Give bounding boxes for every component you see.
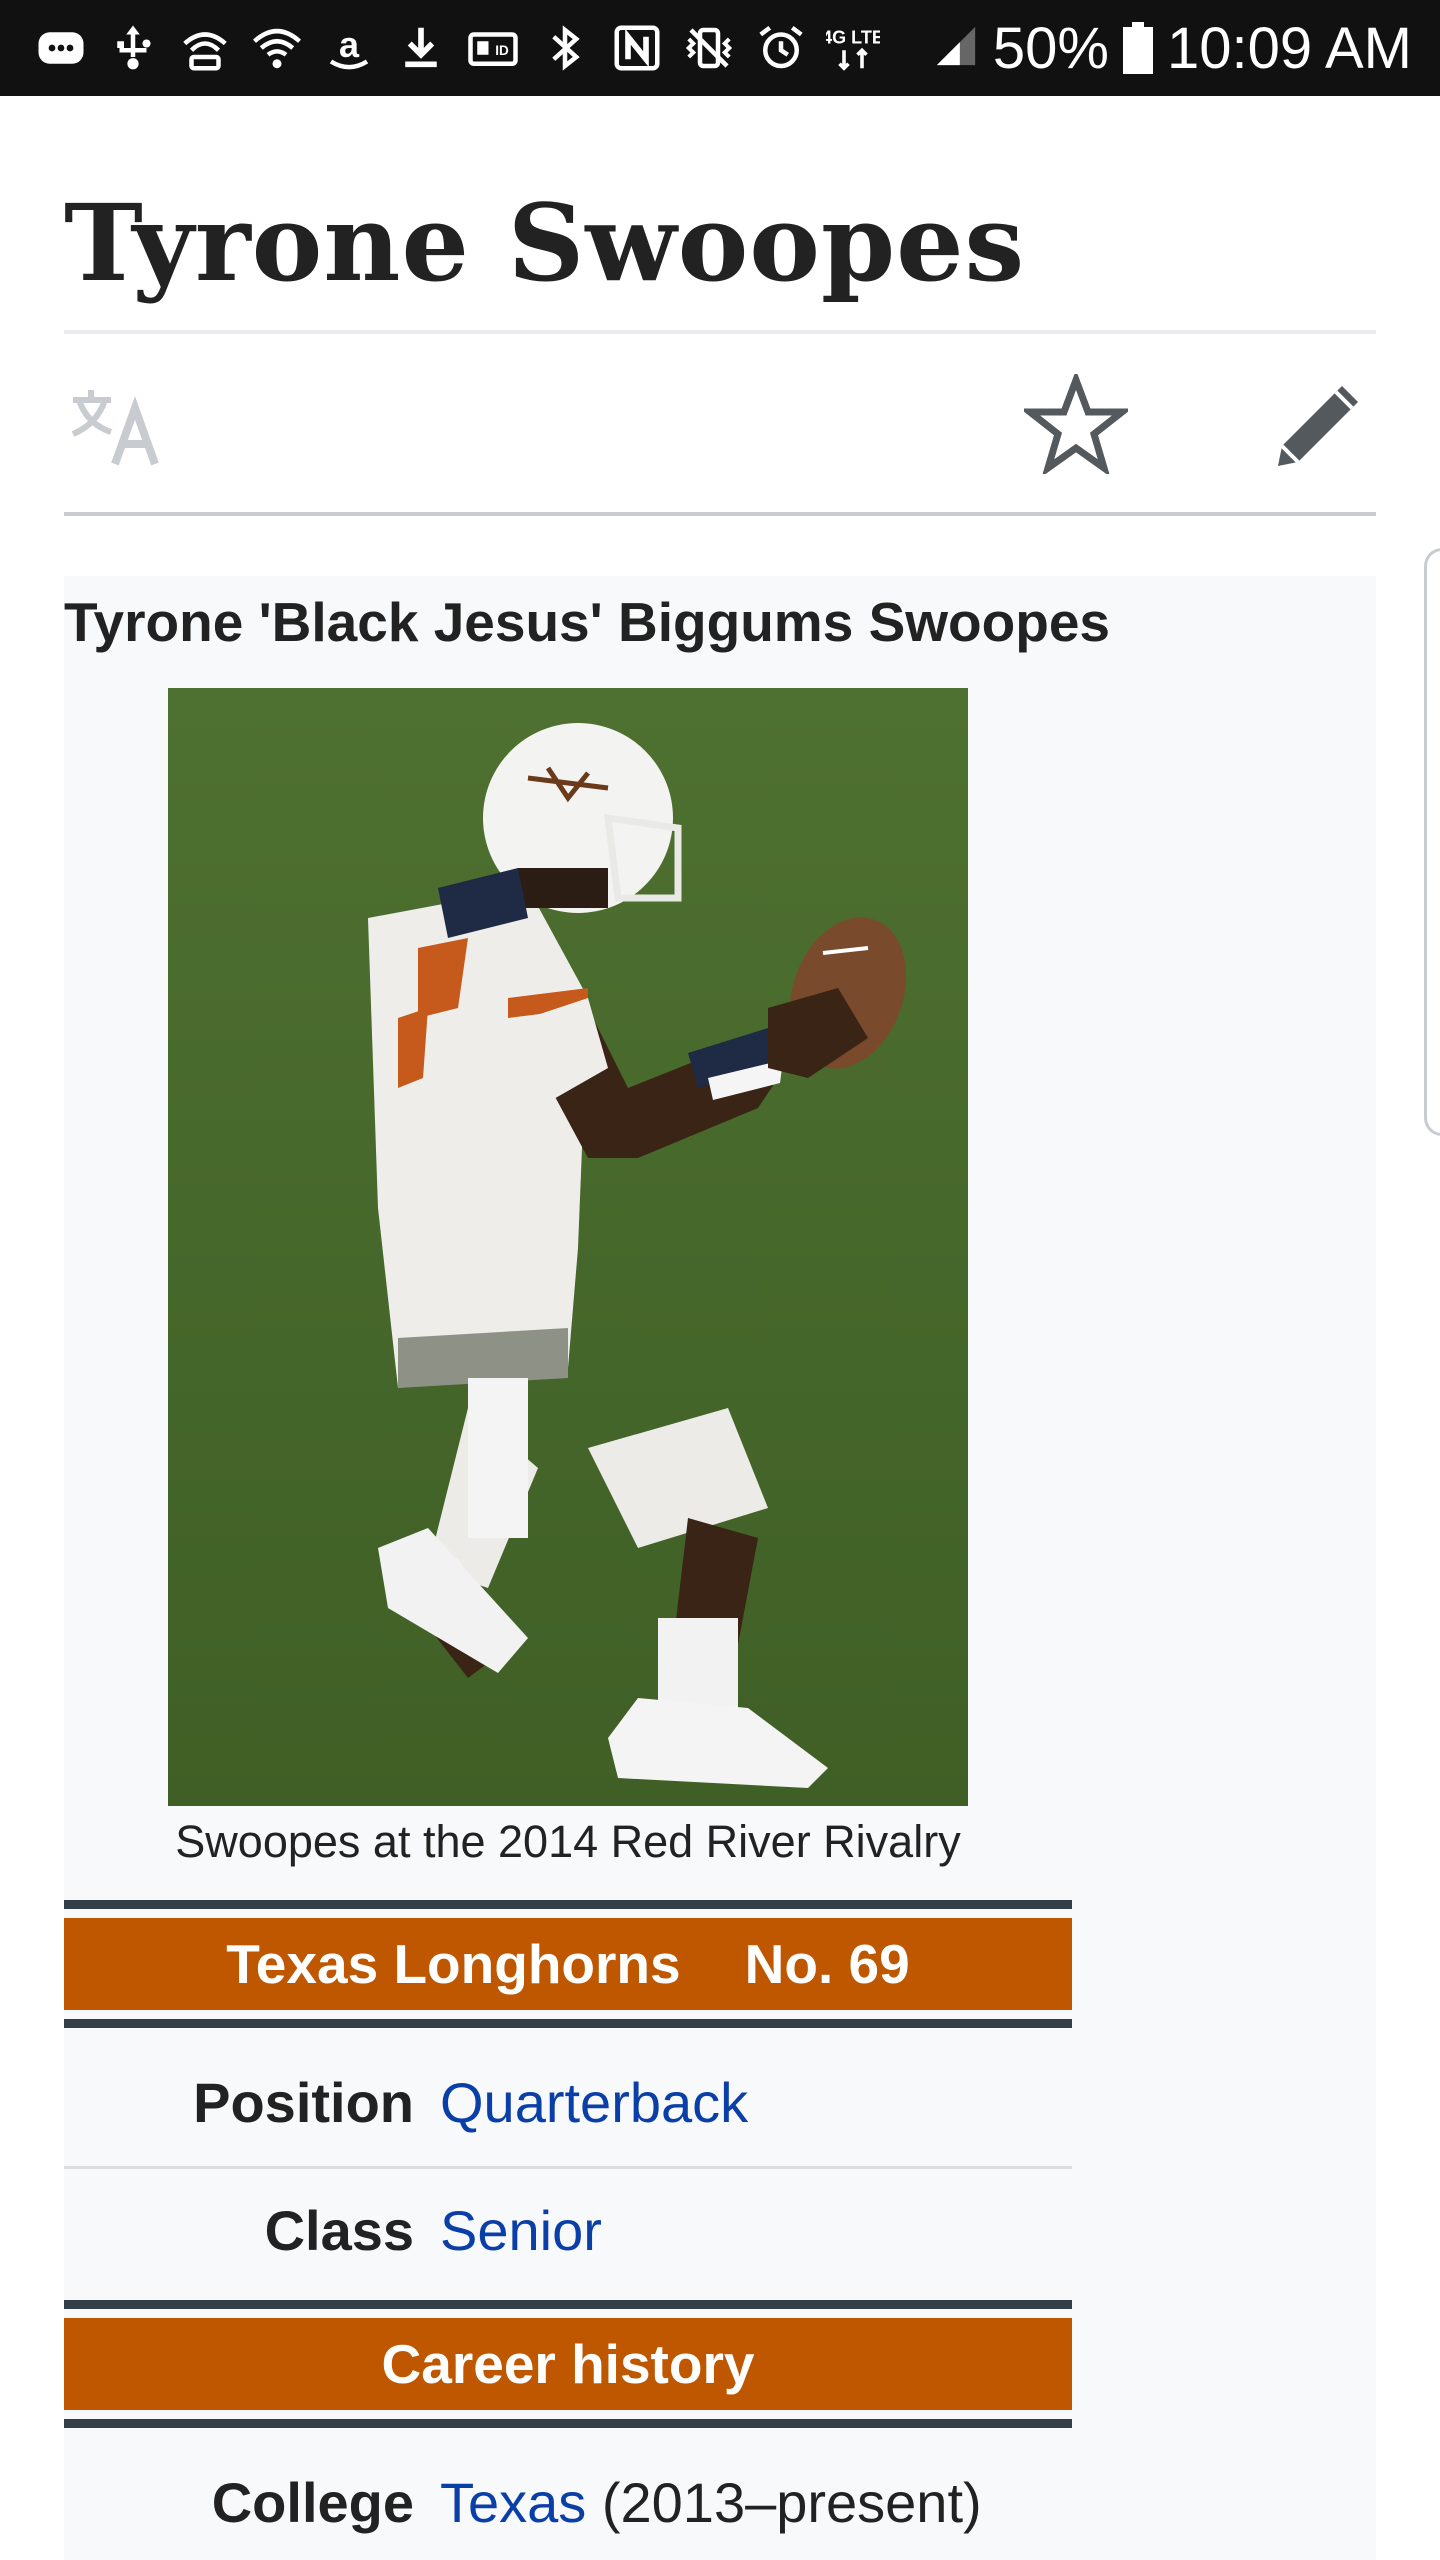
vibrate-icon — [678, 17, 740, 79]
clock: 10:09 AM — [1166, 15, 1412, 81]
page-title: Tyrone Swoopes — [64, 180, 1026, 305]
bluetooth-icon — [534, 17, 596, 79]
row-label: College — [211, 2470, 414, 2534]
infobox: Tyrone 'Black Jesus' Biggums Swoopes Swo… — [64, 576, 1376, 2560]
id-card-icon: ID — [462, 17, 524, 79]
battery-icon — [1122, 22, 1153, 74]
nfc-icon — [606, 17, 668, 79]
messages-icon — [30, 17, 92, 79]
infobox-row-college: College Texas (2013–present) — [64, 2442, 1072, 2560]
row-value: Senior — [440, 2198, 602, 2263]
row-label: Position — [193, 2070, 414, 2134]
alarm-icon — [750, 17, 812, 79]
edge-panel-handle[interactable] — [1424, 548, 1440, 1136]
infobox-title: Tyrone 'Black Jesus' Biggums Swoopes — [64, 591, 1110, 653]
image-caption: Swoopes at the 2014 Red River Rivalry — [175, 1816, 961, 1867]
team-header-band: Texas Longhorns No. 69 — [64, 1900, 1072, 2028]
download-icon — [390, 17, 452, 79]
status-right: 50% 10:09 AM — [933, 0, 1412, 96]
jersey-number: No. 69 — [744, 1933, 910, 1995]
battery-percent: 50% — [992, 15, 1109, 81]
row-value: Quarterback — [440, 2070, 748, 2135]
career-history-heading: Career history — [381, 2333, 755, 2395]
player-photo-illustration — [168, 688, 968, 1806]
class-link[interactable]: Senior — [440, 2199, 602, 2262]
infobox-row-position: Position Quarterback — [64, 2042, 1072, 2162]
row-divider — [64, 2166, 1072, 2169]
title-divider — [64, 330, 1376, 334]
row-value: Texas (2013–present) — [440, 2470, 982, 2535]
edit-pencil-icon[interactable] — [1264, 368, 1376, 480]
svg-text:a: a — [339, 24, 360, 65]
watch-star-icon[interactable] — [1020, 368, 1132, 480]
position-link[interactable]: Quarterback — [440, 2071, 748, 2134]
notification-icons: a ID 4G LTE — [30, 14, 884, 82]
usb-icon — [102, 17, 164, 79]
player-photo[interactable] — [168, 688, 968, 1806]
wifi-icon — [246, 17, 308, 79]
page-actions-bar — [64, 336, 1376, 514]
career-history-band: Career history — [64, 2300, 1072, 2428]
actions-divider — [64, 512, 1376, 516]
row-label: Class — [264, 2198, 414, 2262]
language-icon[interactable] — [64, 376, 174, 476]
amazon-icon: a — [318, 17, 380, 79]
infobox-row-class: Class Senior — [64, 2170, 1072, 2290]
lte-icon: 4G LTE — [822, 17, 884, 79]
college-years: (2013–present) — [586, 2470, 982, 2534]
lte-label: 4G LTE — [826, 28, 880, 48]
hotspot-icon — [174, 17, 236, 79]
status-bar: a ID 4G LTE 50% 10:09 AM — [0, 0, 1440, 96]
team-name: Texas Longhorns — [226, 1933, 681, 1995]
college-link[interactable]: Texas — [440, 2471, 586, 2534]
signal-icon — [933, 23, 979, 74]
svg-text:ID: ID — [495, 43, 509, 58]
